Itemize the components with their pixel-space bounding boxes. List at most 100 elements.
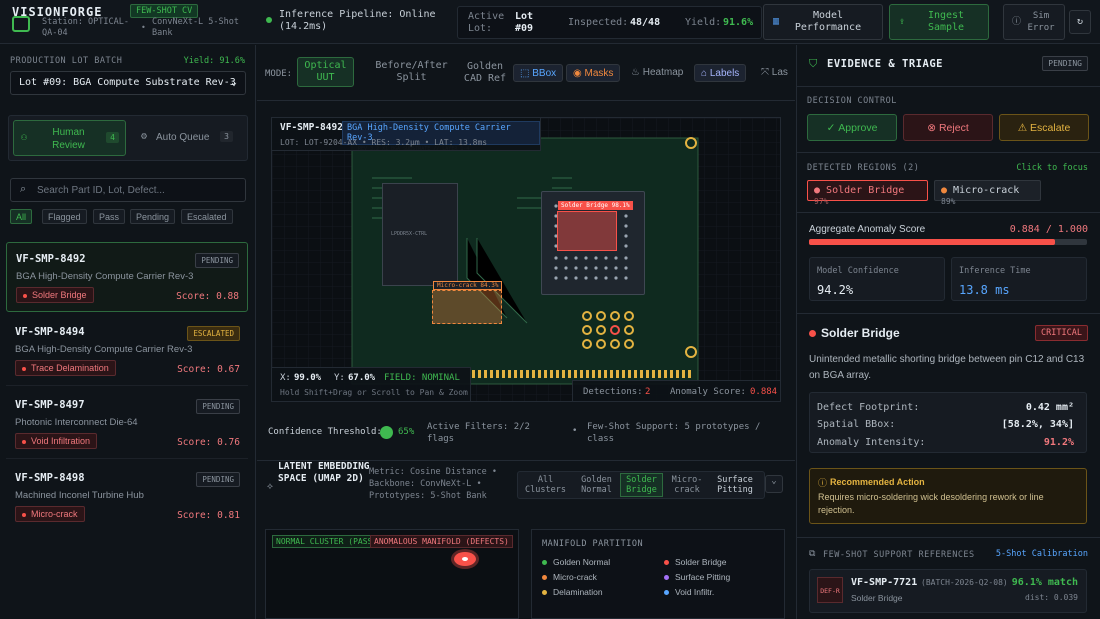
reference-match: 96.1% match [1011, 577, 1078, 588]
ingest-sample-label: Ingest Sample [927, 10, 965, 33]
intensity-label: Anomaly Intensity: [817, 437, 926, 448]
refresh-button[interactable]: ↻ [1069, 10, 1091, 34]
mode-optical-uut[interactable]: Optical UUT [297, 57, 354, 87]
info-icon: ⓘ [818, 479, 828, 489]
region-solder-bridge[interactable]: ● Solder Bridge 97% [807, 180, 928, 206]
solder-bridge-bbox[interactable]: Solder Bridge 98.1% [557, 201, 633, 251]
model-conf-value: 94.2% [817, 283, 854, 297]
center-panel: MODE: Optical UUT Before/After Split Gol… [257, 45, 795, 619]
inf-time-value: 13.8 ms [959, 283, 1010, 297]
status-badge: PENDING [196, 472, 240, 487]
separator-dot: • [141, 23, 146, 32]
field-status: FIELD: NOMINAL [384, 373, 460, 383]
flame-icon: ♨ [631, 67, 643, 78]
gold-pads [582, 311, 634, 349]
calibration-link[interactable]: 5-Shot Calibration [996, 549, 1088, 559]
support-reference-card[interactable]: DEF-R VF-SMP-7721 (BATCH-2026-Q2-08) Sol… [809, 569, 1087, 613]
eye-icon: ◉ [573, 68, 585, 79]
approve-button[interactable]: ✓ Approve [807, 114, 897, 141]
reject-label: Reject [938, 121, 969, 134]
partition-item: Delamination [542, 587, 603, 597]
tool-lasso[interactable]: ⤧ Las [755, 64, 794, 82]
tool-labels[interactable]: ⌂ Labels [694, 64, 747, 82]
sample-id: VF-SMP-8494 [15, 326, 85, 338]
sim-error-label: Sim Error [1027, 11, 1055, 33]
chart-icon: ▥ [773, 16, 780, 27]
defect-tag: Void Infiltration [15, 433, 98, 449]
sample-card[interactable]: VF-SMP-8492 PENDING BGA High-Density Com… [6, 242, 248, 312]
divider [797, 212, 1100, 213]
tool-masks[interactable]: ◉ Masks [566, 64, 621, 82]
region-dot-icon: ● [814, 185, 827, 196]
region-micro-crack[interactable]: ● Micro-crack 89% [934, 180, 1041, 206]
normal-cluster-label: NORMAL CLUSTER (PASS) [272, 535, 382, 548]
embedding-section: LATENT EMBEDDING SPACE (UMAP 2D) ⟡ Metri… [257, 461, 795, 619]
viewer-info-overlay: VF-SMP-8492 BGA High-Density Compute Car… [272, 118, 541, 151]
divider [797, 537, 1100, 538]
sim-error-button[interactable]: ⓘ Sim Error [1003, 4, 1065, 40]
filter-flagged[interactable]: Flagged [42, 209, 87, 224]
sample-card[interactable]: VF-SMP-8497 PENDING Photonic Interconnec… [6, 389, 248, 459]
queue-tabs: ⚇ Human Review 4 ⚙ Auto Queue 3 [8, 115, 248, 161]
chevron-down-icon[interactable]: ⌄ [765, 475, 783, 493]
tool-heatmap[interactable]: ♨ Heatmap [625, 64, 689, 82]
viewer-controls: Confidence Threshold: 65% Active Filters… [257, 405, 795, 461]
status-badge: PENDING [196, 399, 240, 414]
inspected-value: 48/48 [630, 17, 661, 28]
umap-plot[interactable]: NORMAL CLUSTER (PASS) ANOMALOUS MANIFOLD… [265, 529, 519, 619]
reference-id: VF-SMP-7721 [851, 577, 918, 588]
model-bank-label: ConvNeXt-L 5-Shot Bank [152, 17, 239, 38]
region-pct: 97% [814, 197, 829, 206]
tool-bbox[interactable]: ⬚ BBox [513, 64, 564, 82]
micro-crack-bbox[interactable]: Micro-crack 84.3% [432, 281, 503, 324]
robot-icon: ⚙ [141, 131, 148, 142]
separator-dot: • [572, 426, 578, 436]
model-performance-button[interactable]: ▥ Model Performance [763, 4, 883, 40]
filter-escalated[interactable]: Escalated [181, 209, 233, 224]
confidence-slider[interactable] [380, 426, 393, 439]
cluster-micro[interactable]: Micro-crack [667, 475, 707, 495]
mode-before-after[interactable]: Before/After Split [370, 57, 453, 87]
cluster-pitting[interactable]: Surface Pitting [710, 475, 760, 495]
bbox-label-text: Solder Bridge [561, 202, 608, 209]
upload-icon: ⇪ [899, 16, 906, 27]
image-viewer[interactable]: LPDDR5X-CTRL Solder Bridge 98.1% Micro-c… [271, 117, 781, 402]
search-input[interactable]: ⌕ Search Part ID, Lot, Defect... [10, 178, 246, 202]
chip-label: LPDDR5X-CTRL [391, 231, 428, 237]
sample-card[interactable]: VF-SMP-8494 ESCALATED BGA High-Density C… [6, 316, 248, 386]
tab-human-count: 4 [106, 132, 119, 143]
mounting-hole [685, 346, 697, 358]
layers-icon: ⧉ [809, 549, 816, 559]
partition-label: Solder Bridge [675, 557, 727, 567]
cluster-all[interactable]: All Clusters [523, 475, 568, 495]
decision-label: DECISION CONTROL [807, 96, 897, 106]
tab-human-review[interactable]: ⚇ Human Review 4 [13, 120, 126, 156]
tab-auto-queue[interactable]: ⚙ Auto Queue 3 [133, 120, 245, 156]
ingest-sample-button[interactable]: ⇪ Ingest Sample [889, 4, 989, 40]
filter-pass[interactable]: Pass [93, 209, 126, 224]
filter-all[interactable]: All [10, 209, 33, 224]
sample-card[interactable]: VF-SMP-8498 PENDING Machined Inconel Tur… [6, 462, 248, 532]
divider [797, 313, 1100, 314]
filter-pending[interactable]: Pending [130, 209, 176, 224]
cluster-solder[interactable]: Solder Bridge [620, 473, 663, 497]
manifold-partition: MANIFOLD PARTITION Golden Normal Solder B… [531, 529, 785, 619]
mode-golden-cad[interactable]: Golden CAD Ref [462, 53, 508, 93]
embedding-title: LATENT EMBEDDING SPACE (UMAP 2D) [278, 461, 370, 484]
lot-summary: Active Lot: Lot #09 Inspected: 48/48 Yie… [457, 6, 762, 39]
inspected-label: Inspected: [568, 17, 629, 28]
embedding-icon: ⟡ [267, 482, 273, 492]
bbox-label: Solder Bridge 98.1% [558, 201, 633, 210]
reject-button[interactable]: ⊗ Reject [903, 114, 993, 141]
cluster-golden[interactable]: Golden Normal [574, 475, 619, 495]
partition-item: Golden Normal [542, 557, 610, 567]
bbox-label-score: 84.3% [480, 282, 499, 289]
detections-overlay: Detections: 2 Anomaly Score: 0.884 [572, 380, 780, 401]
sample-score: Score: 0.88 [176, 291, 239, 302]
defect-description: Unintended metallic shorting bridge betw… [809, 354, 1085, 381]
rec-text: Requires micro-soldering wick desolderin… [818, 492, 1044, 515]
lot-select[interactable]: Lot #09: BGA Compute Substrate Rev-3 ⌄ [10, 71, 246, 95]
pipeline-status-text: Inference Pipeline: Online (14.2ms) [279, 9, 436, 32]
confidence-label: Confidence Threshold: [268, 427, 382, 437]
escalate-button[interactable]: ⚠ Escalate [999, 114, 1089, 141]
